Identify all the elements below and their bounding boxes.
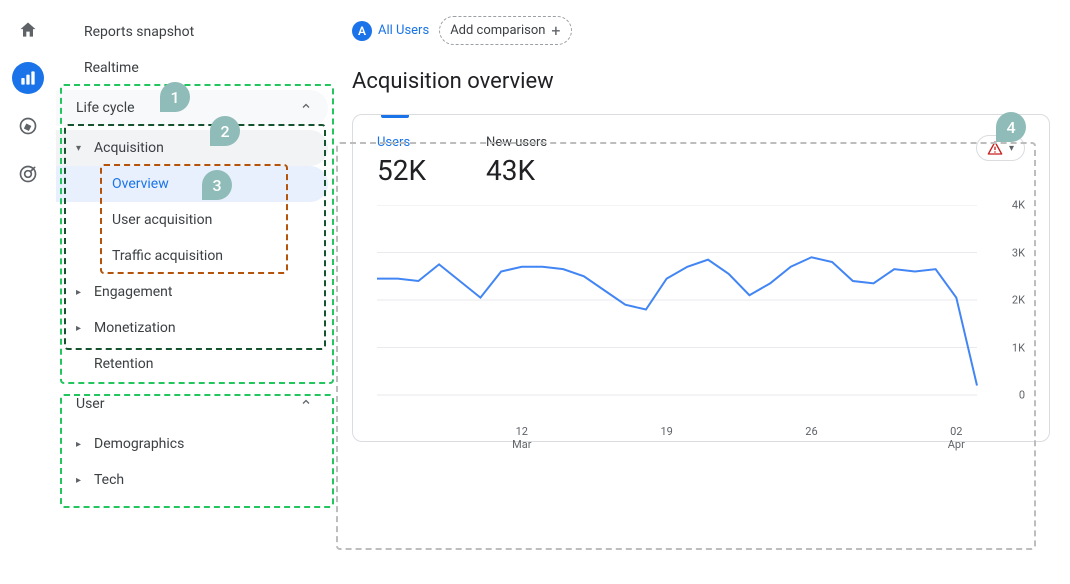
iconbar xyxy=(0,0,56,584)
nav-label: Realtime xyxy=(84,60,139,76)
nav-label: Tech xyxy=(94,472,124,488)
nav-label: Demographics xyxy=(94,436,184,452)
main: A All Users Add comparison + Acquisition… xyxy=(336,0,1070,584)
nav-section-label: Life cycle xyxy=(76,100,135,116)
caret-down-icon: ▾ xyxy=(1009,143,1014,154)
nav-label: Traffic acquisition xyxy=(112,248,223,264)
metric-users[interactable]: Users 52K xyxy=(377,135,426,187)
nav-reports-snapshot[interactable]: Reports snapshot xyxy=(56,14,336,50)
line-chart-svg xyxy=(377,205,1017,405)
nav-demographics[interactable]: ▸ Demographics xyxy=(56,426,336,462)
warning-icon xyxy=(987,140,1003,156)
plus-icon: + xyxy=(551,21,560,40)
audience-label: All Users xyxy=(378,23,429,38)
explore-icon[interactable] xyxy=(12,110,44,142)
nav-label: Acquisition xyxy=(94,140,164,156)
metric-label: New users xyxy=(486,135,547,150)
nav-user-acquisition[interactable]: User acquisition xyxy=(56,202,336,238)
anomaly-button[interactable]: ▾ xyxy=(976,135,1025,161)
nav-label: Retention xyxy=(94,356,154,372)
metric-new-users[interactable]: New users 43K xyxy=(486,135,547,187)
nav-label: Engagement xyxy=(94,284,172,300)
active-metric-indicator xyxy=(381,115,409,118)
nav-section-user[interactable]: User xyxy=(56,386,328,422)
caret-right-icon: ▸ xyxy=(76,287,81,298)
nav-label: Overview xyxy=(112,176,169,192)
y-axis-labels: 01K2K3K4K xyxy=(995,205,1025,395)
audience-chip[interactable]: A All Users xyxy=(352,21,429,41)
advertising-icon[interactable] xyxy=(12,158,44,190)
nav-label: User acquisition xyxy=(112,212,212,228)
caret-right-icon: ▸ xyxy=(76,439,81,450)
chevron-up-icon xyxy=(300,396,312,412)
reports-icon[interactable] xyxy=(12,62,44,94)
chevron-up-icon xyxy=(300,100,312,116)
home-icon[interactable] xyxy=(12,14,44,46)
compare-label: Add comparison xyxy=(450,23,545,38)
metric-label: Users xyxy=(377,135,426,150)
nav-acquisition[interactable]: ▾ Acquisition xyxy=(56,130,328,166)
nav-engagement[interactable]: ▸ Engagement xyxy=(56,274,336,310)
metric-value: 43K xyxy=(486,154,547,187)
add-comparison-button[interactable]: Add comparison + xyxy=(439,16,571,45)
topbar: A All Users Add comparison + xyxy=(352,16,1050,45)
nav-section-lifecycle[interactable]: Life cycle xyxy=(56,90,328,126)
sidebar: Reports snapshot Realtime Life cycle ▾ A… xyxy=(56,0,336,584)
chart-card: Users 52K New users 43K ▾ 01K2K3K4K 12Ma… xyxy=(352,114,1050,442)
nav-label: Monetization xyxy=(94,320,176,336)
caret-down-icon: ▾ xyxy=(76,143,81,154)
chart: 01K2K3K4K 12Mar192602Apr xyxy=(377,205,1025,425)
metric-value: 52K xyxy=(377,154,426,187)
nav-label: Reports snapshot xyxy=(84,24,194,40)
nav-monetization[interactable]: ▸ Monetization xyxy=(56,310,336,346)
audience-letter: A xyxy=(352,21,372,41)
caret-right-icon: ▸ xyxy=(76,475,81,486)
nav-overview[interactable]: Overview xyxy=(56,166,328,202)
nav-retention[interactable]: Retention xyxy=(56,346,336,382)
nav-traffic-acquisition[interactable]: Traffic acquisition xyxy=(56,238,336,274)
nav-tech[interactable]: ▸ Tech xyxy=(56,462,336,498)
nav-section-label: User xyxy=(76,396,104,412)
nav-realtime[interactable]: Realtime xyxy=(56,50,336,86)
caret-right-icon: ▸ xyxy=(76,323,81,334)
metrics-row: Users 52K New users 43K xyxy=(377,135,1025,187)
page-title: Acquisition overview xyxy=(352,69,1050,94)
